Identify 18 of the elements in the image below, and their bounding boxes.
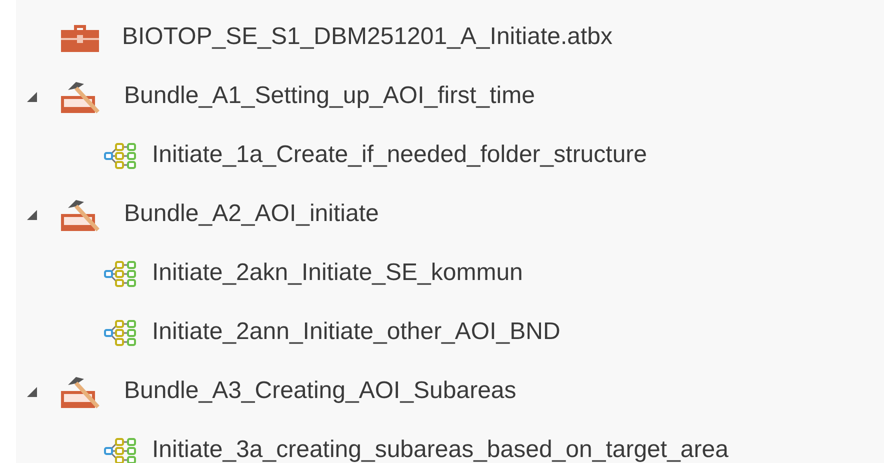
model-label[interactable]: Initiate_3a_creating_subareas_based_on_target_area (152, 436, 728, 463)
toolset-hammer-icon (60, 374, 102, 408)
model-label[interactable]: Initiate_2akn_Initiate_SE_kommun (152, 259, 523, 288)
model-label[interactable]: Initiate_2ann_Initiate_other_AOI_BND (152, 318, 560, 347)
expand-icon[interactable] (26, 208, 38, 220)
toolset-label[interactable]: Bundle_A3_Creating_AOI_Subareas (124, 377, 516, 406)
model-icon (104, 142, 138, 168)
model-icon (104, 260, 138, 286)
toolset-label[interactable]: Bundle_A1_Setting_up_AOI_first_time (124, 82, 535, 111)
toolset-label[interactable]: Bundle_A2_AOI_initiate (124, 200, 379, 229)
toolset-hammer-icon (60, 80, 102, 114)
model-icon (104, 320, 138, 346)
toolbox-label[interactable]: BIOTOP_SE_S1_DBM251201_A_Initiate.atbx (122, 23, 613, 52)
model-label[interactable]: Initiate_1a_Create_if_needed_folder_structure (152, 141, 648, 170)
expand-icon[interactable] (26, 90, 38, 102)
toolset-hammer-icon (60, 198, 102, 232)
toolbox-icon (60, 22, 100, 52)
expand-icon[interactable] (26, 386, 38, 398)
